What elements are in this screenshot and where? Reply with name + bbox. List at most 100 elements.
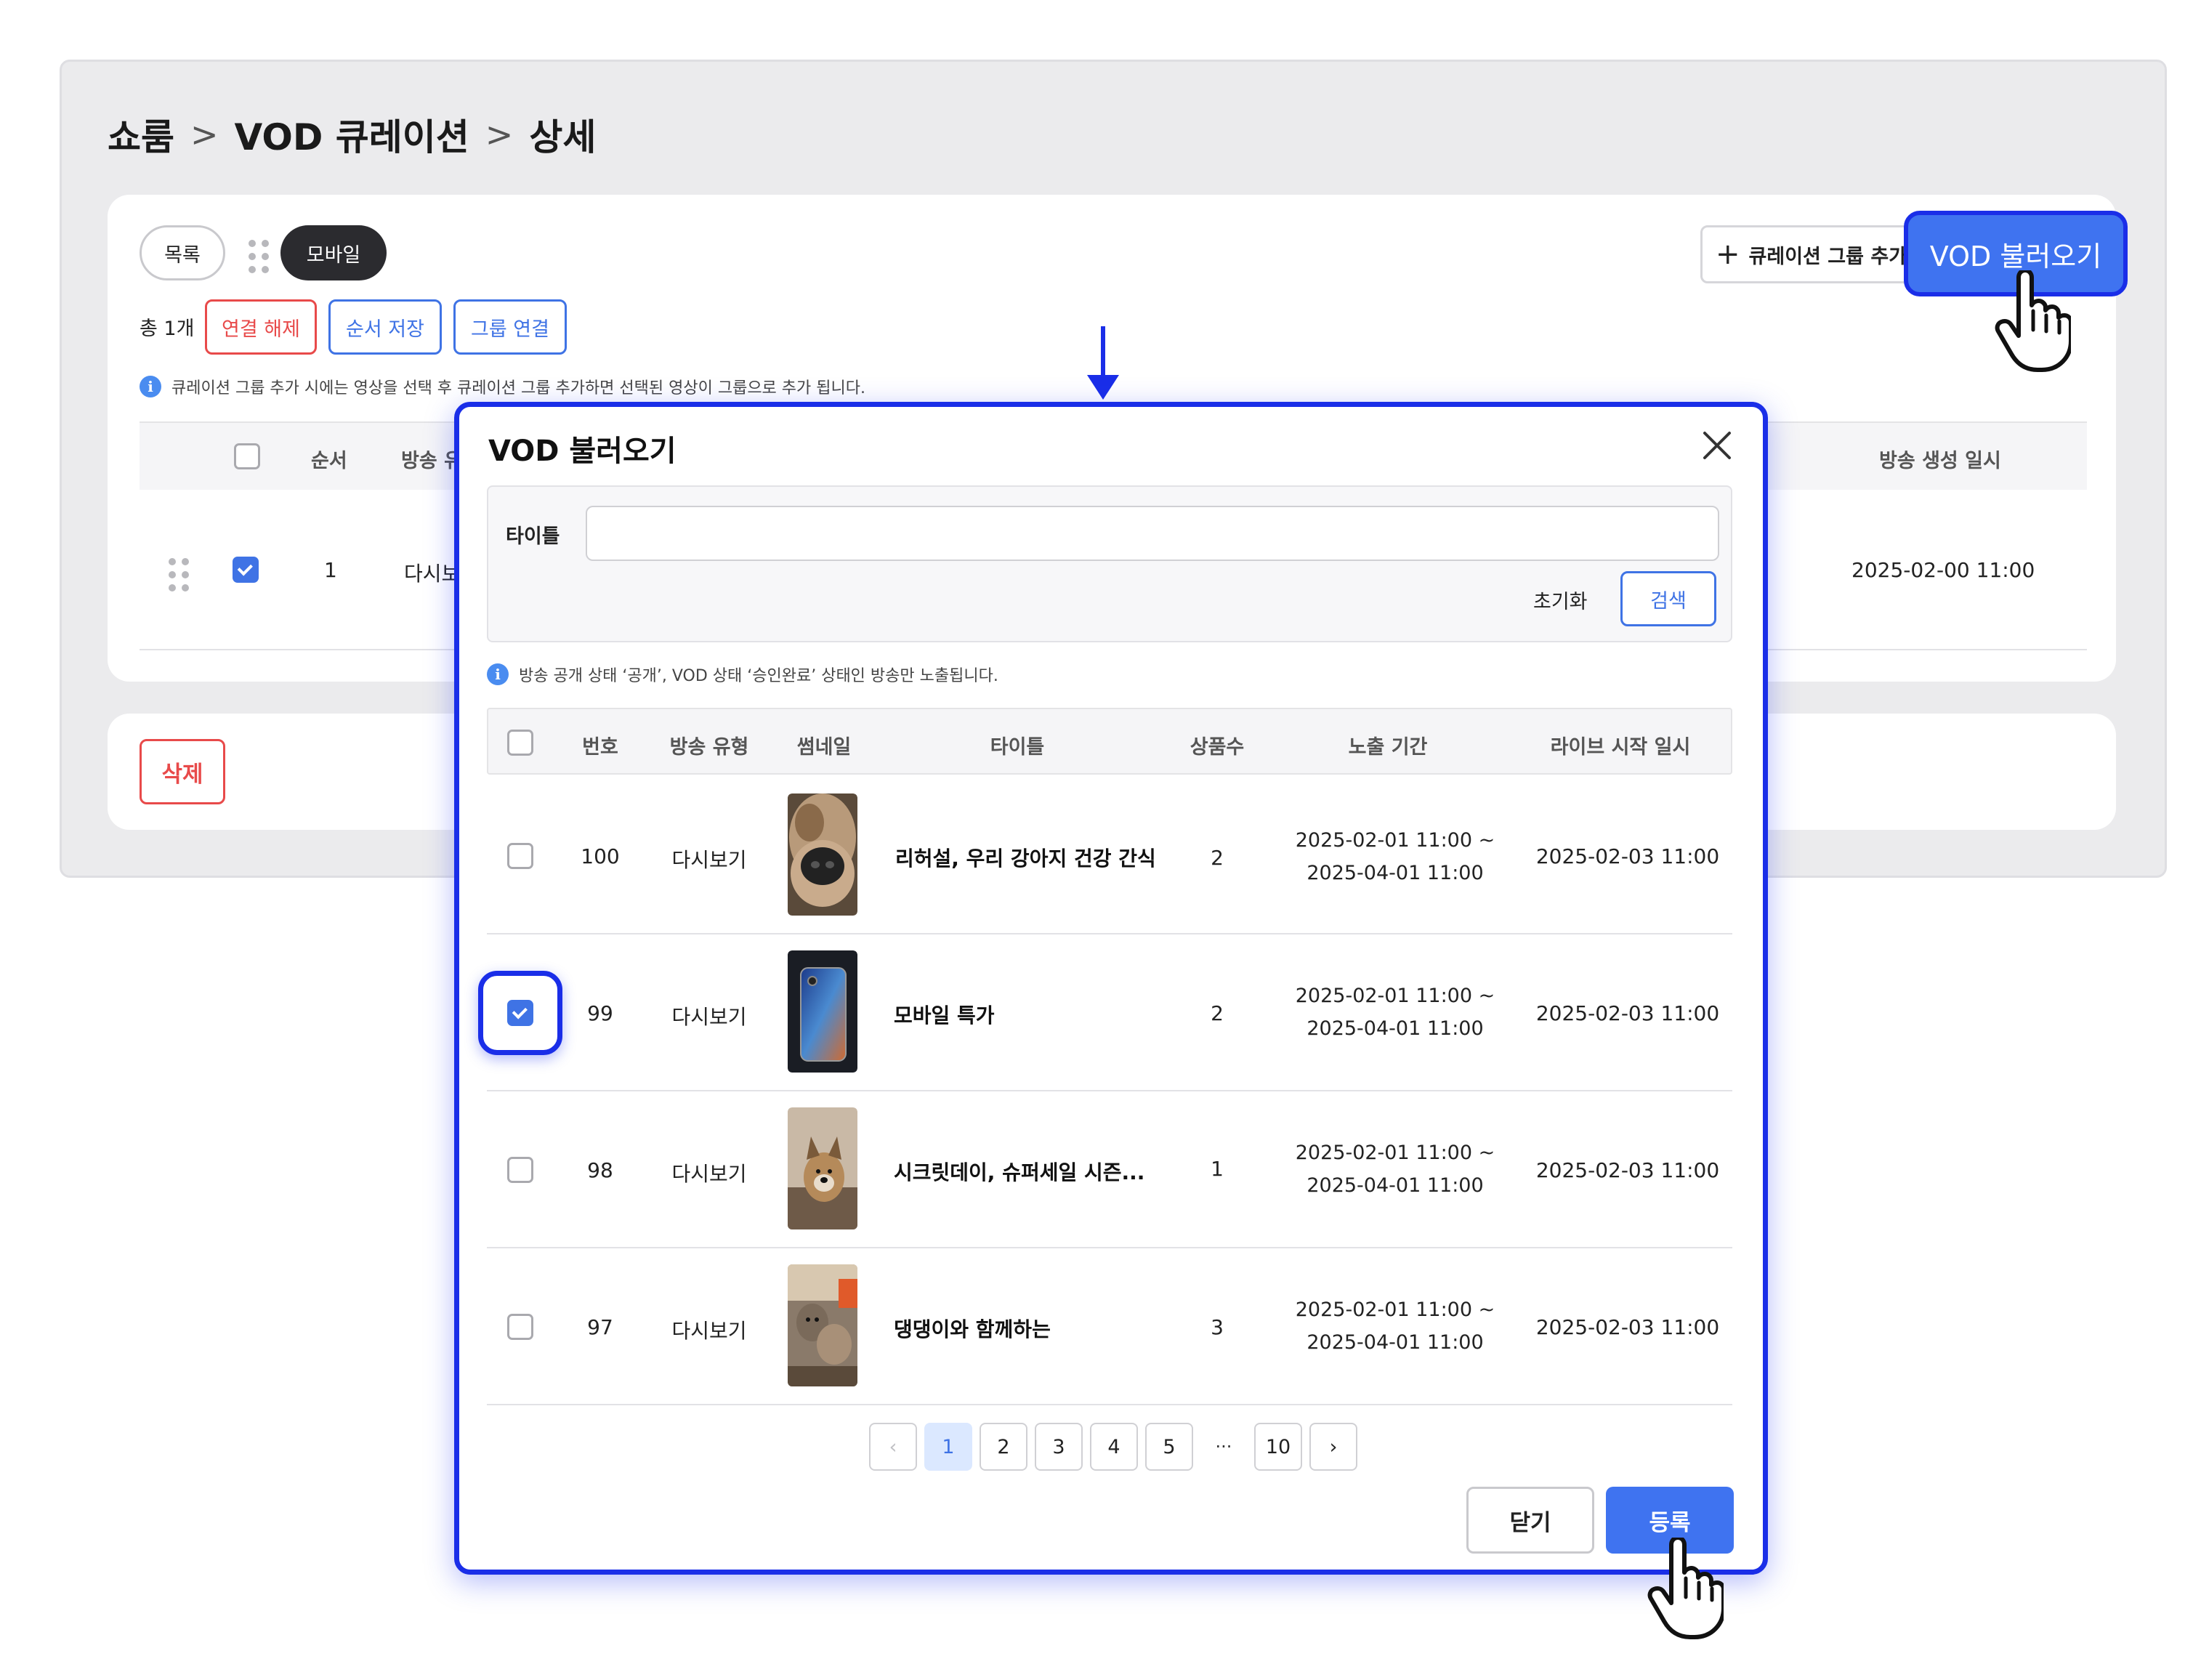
row-divider [487,1090,1732,1091]
thumbnail-smartphone[interactable] [788,950,857,1073]
title-search-input[interactable] [586,506,1719,561]
select-all-checkbox[interactable] [234,443,260,469]
total-count: 총 1개 [140,318,195,340]
row-created: 2025-02-00 11:00 [1851,558,2035,582]
row-order: 1 [324,558,337,582]
header-live-start: 라이브 시작 일시 [1550,736,1691,759]
thumbnail-dogs[interactable] [788,1264,857,1386]
row-no: 99 [587,1001,613,1025]
close-icon[interactable] [1699,427,1735,464]
breadcrumb-item-vod-curation[interactable]: VOD 큐레이션 [235,108,469,161]
page-2[interactable]: 2 [980,1423,1027,1471]
row-checkbox[interactable] [507,843,533,869]
breadcrumb-separator: > [190,115,219,154]
row-type: 다시보기 [671,1162,747,1186]
row-live-start: 2025-02-03 11:00 [1535,1158,1720,1182]
hand-cursor-icon [1647,1538,1724,1639]
row-count: 2 [1211,846,1224,870]
connector-arrow-icon [1087,326,1991,400]
pagination-ellipsis: ··· [1215,1437,1232,1457]
period-end: 2025-04-01 11:00 [1307,862,1484,884]
row-checkbox[interactable] [507,1157,533,1183]
row-type: 다시보기 [671,1005,747,1029]
breadcrumb: 쇼룸 > VOD 큐레이션 > 상세 [108,109,596,160]
row-title: 리허설, 우리 강아지 건강 간식 [895,847,1156,871]
info-icon: i [487,663,509,685]
row-count: 3 [1211,1315,1224,1339]
row-type: 다시보 [404,562,461,586]
row-checkbox[interactable] [507,1314,533,1340]
reset-button[interactable]: 초기화 [1533,586,1588,614]
tab-list[interactable]: 목록 [140,225,225,280]
modal-title: VOD 불러오기 [488,435,677,468]
add-group-label: 큐레이션 그룹 추가 [1748,245,1907,268]
row-count: 1 [1211,1157,1224,1181]
row-checkbox[interactable] [507,1000,533,1026]
thumbnail-dog-nose[interactable] [788,793,857,916]
pagination: ‹ 1 2 3 4 5 ··· 10 › [869,1423,1357,1471]
info-notice: i 큐레이션 그룹 추가 시에는 영상을 선택 후 큐레이션 그룹 추가하면 선… [140,375,865,398]
modal-notice: i 방송 공개 상태 ‘공개’, VOD 상태 ‘승인완료’ 상태인 방송만 노… [487,663,998,686]
drag-handle-icon[interactable] [249,240,269,273]
save-order-button[interactable]: 순서 저장 [328,299,442,355]
row-no: 100 [581,844,620,868]
modal-close-button[interactable]: 닫기 [1466,1487,1594,1554]
row-count: 2 [1211,1001,1224,1025]
header-created: 방송 생성 일시 [1879,450,2001,472]
header-count: 상품수 [1190,736,1245,759]
period-start: 2025-02-01 11:00 ~ [1295,1299,1495,1321]
page-10[interactable]: 10 [1254,1423,1302,1471]
breadcrumb-item-showroom[interactable]: 쇼룸 [108,108,174,161]
group-link-button[interactable]: 그룹 연결 [453,299,567,355]
period-end: 2025-04-01 11:00 [1307,1017,1484,1040]
info-text: 큐레이션 그룹 추가 시에는 영상을 선택 후 큐레이션 그룹 추가하면 선택된… [171,379,865,397]
search-button[interactable]: 검색 [1620,571,1716,626]
breadcrumb-separator: > [485,115,514,154]
breadcrumb-item-detail: 상세 [529,116,597,158]
row-title: 모바일 특가 [894,1003,995,1027]
header-thumbnail: 썸네일 [796,736,852,759]
unlink-button[interactable]: 연결 해제 [205,299,317,355]
period-start: 2025-02-01 11:00 ~ [1295,985,1495,1007]
row-period: 2025-02-01 11:00 ~ 2025-04-01 11:00 [1279,980,1511,1045]
add-group-button[interactable]: + 큐레이션 그룹 추가 [1700,225,1918,283]
period-end: 2025-04-01 11:00 [1307,1174,1484,1197]
hand-cursor-icon [1995,270,2071,372]
row-live-start: 2025-02-03 11:00 [1535,1315,1720,1339]
page-4[interactable]: 4 [1090,1423,1138,1471]
modal-select-all-checkbox[interactable] [507,730,533,756]
header-type: 방송 유 [401,450,462,472]
header-type: 방송 유형 [669,736,749,759]
page-1[interactable]: 1 [924,1423,972,1471]
delete-button[interactable]: 삭제 [140,739,225,804]
row-divider [487,933,1732,934]
row-type: 다시보기 [671,848,747,872]
row-divider [487,1247,1732,1248]
row-checkbox[interactable] [233,557,259,583]
row-no: 98 [587,1158,613,1182]
row-period: 2025-02-01 11:00 ~ 2025-04-01 11:00 [1279,824,1511,889]
row-live-start: 2025-02-03 11:00 [1535,1001,1720,1025]
header-period: 노출 기간 [1348,736,1428,759]
page-5[interactable]: 5 [1145,1423,1193,1471]
row-live-start: 2025-02-03 11:00 [1535,844,1720,868]
row-period: 2025-02-01 11:00 ~ 2025-04-01 11:00 [1279,1293,1511,1359]
row-period: 2025-02-01 11:00 ~ 2025-04-01 11:00 [1279,1136,1511,1202]
period-start: 2025-02-01 11:00 ~ [1295,1142,1495,1164]
row-title: 댕댕이와 함께하는 [894,1317,1051,1341]
row-title: 시크릿데이, 슈퍼세일 시즌... [894,1160,1145,1184]
period-end: 2025-04-01 11:00 [1307,1331,1484,1354]
row-type: 다시보기 [671,1319,747,1343]
next-page-icon[interactable]: › [1309,1423,1357,1471]
row-no: 97 [587,1315,613,1339]
period-start: 2025-02-01 11:00 ~ [1295,829,1495,852]
plus-icon: + [1716,238,1740,271]
page-3[interactable]: 3 [1035,1423,1083,1471]
info-icon: i [140,376,161,397]
thumbnail-puppy[interactable] [788,1107,857,1229]
row-drag-handle-icon[interactable] [169,558,189,591]
header-order: 순서 [311,450,347,472]
modal-notice-text: 방송 공개 상태 ‘공개’, VOD 상태 ‘승인완료’ 상태인 방송만 노출됩… [519,667,998,685]
tab-mobile[interactable]: 모바일 [280,225,387,280]
prev-page-icon[interactable]: ‹ [869,1423,917,1471]
